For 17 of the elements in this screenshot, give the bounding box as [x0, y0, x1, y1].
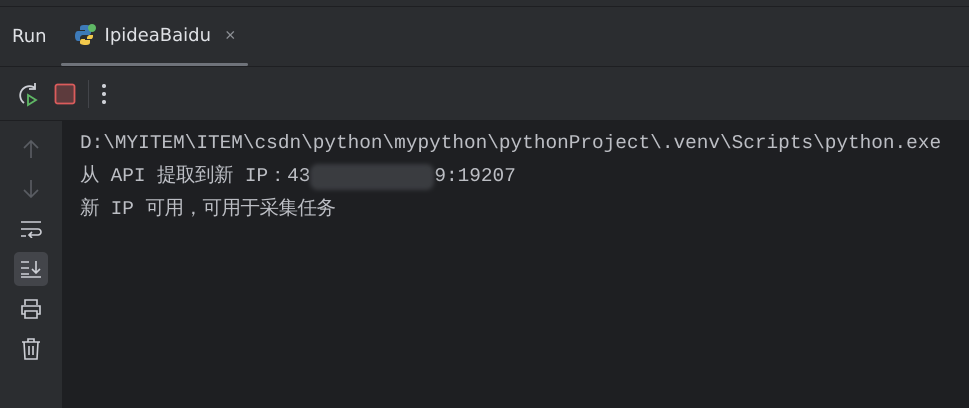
python-icon: [72, 23, 97, 47]
console-action-button[interactable]: [14, 252, 48, 286]
printer-icon: [20, 299, 42, 319]
arrow-up-icon: [22, 139, 40, 159]
scroll-to-end-icon: [20, 260, 42, 278]
stop-button[interactable]: [52, 80, 78, 106]
console-line: 新 IP 可用，可用于采集任务: [80, 196, 336, 222]
run-tab[interactable]: IpideaBaidu ×: [60, 7, 248, 63]
console-text: 从 API 提取到新 IP：43: [80, 164, 310, 189]
console-line: D:\MYITEM\ITEM\csdn\python\mypython\pythonProject\.venv\Scripts\python.exe: [80, 131, 942, 156]
panel-title: Run: [12, 26, 47, 47]
console-text: 9:19207: [434, 164, 516, 189]
close-button[interactable]: ×: [219, 24, 236, 46]
soft-wrap-icon: [20, 220, 42, 238]
tab-label: IpideaBaidu: [104, 24, 211, 46]
arrow-down-icon: [22, 179, 40, 199]
trash-icon: [21, 338, 41, 360]
